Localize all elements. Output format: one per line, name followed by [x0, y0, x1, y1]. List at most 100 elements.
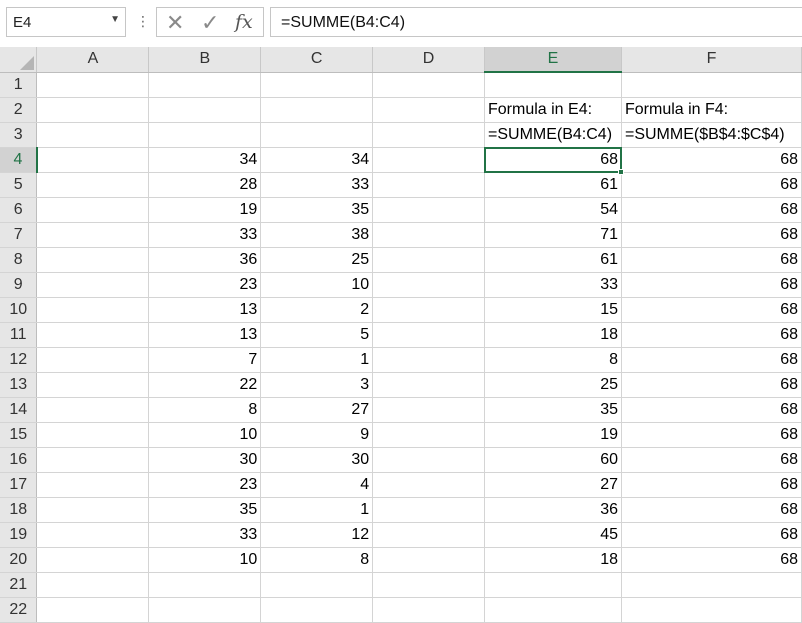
cell-d4[interactable] [372, 147, 485, 173]
cell-c3[interactable] [260, 122, 374, 148]
cell-b11[interactable]: 13 [148, 322, 262, 348]
cell-b18[interactable]: 35 [148, 497, 262, 523]
cell-b1[interactable] [148, 72, 262, 98]
cell-d8[interactable] [372, 247, 485, 273]
cell-d14[interactable] [372, 397, 485, 423]
column-header-c[interactable]: C [260, 47, 374, 73]
check-icon[interactable]: ✓ [201, 10, 219, 36]
cell-a18[interactable] [36, 497, 150, 523]
cell-c13[interactable]: 3 [260, 372, 374, 398]
cell-a20[interactable] [36, 547, 150, 573]
cell-a5[interactable] [36, 172, 150, 198]
row-header-17[interactable]: 17 [0, 472, 38, 498]
name-box[interactable]: E4 ▼ [6, 7, 126, 37]
cell-e12[interactable]: 8 [484, 347, 622, 373]
cell-b7[interactable]: 33 [148, 222, 262, 248]
row-header-1[interactable]: 1 [0, 72, 38, 98]
cell-c17[interactable]: 4 [260, 472, 374, 498]
row-header-12[interactable]: 12 [0, 347, 38, 373]
vertical-dots-icon[interactable]: ⋮ [136, 11, 150, 31]
cell-a6[interactable] [36, 197, 150, 223]
cell-f16[interactable]: 68 [621, 447, 802, 473]
cell-d20[interactable] [372, 547, 485, 573]
cell-b2[interactable] [148, 97, 262, 123]
cell-c15[interactable]: 9 [260, 422, 374, 448]
cell-c7[interactable]: 38 [260, 222, 374, 248]
cell-d10[interactable] [372, 297, 485, 323]
cell-d22[interactable] [372, 597, 485, 623]
cell-f10[interactable]: 68 [621, 297, 802, 323]
cell-c10[interactable]: 2 [260, 297, 374, 323]
cell-e4[interactable]: 68 [484, 146, 624, 175]
cell-b17[interactable]: 23 [148, 472, 262, 498]
cell-d6[interactable] [372, 197, 485, 223]
cell-a19[interactable] [36, 522, 150, 548]
cell-a13[interactable] [36, 372, 150, 398]
cell-b4[interactable]: 34 [148, 147, 262, 173]
cell-c11[interactable]: 5 [260, 322, 374, 348]
cell-a8[interactable] [36, 247, 150, 273]
cell-f15[interactable]: 68 [621, 422, 802, 448]
cell-a12[interactable] [36, 347, 150, 373]
cell-c8[interactable]: 25 [260, 247, 374, 273]
cell-d17[interactable] [372, 472, 485, 498]
cell-b13[interactable]: 22 [148, 372, 262, 398]
cell-f2[interactable]: Formula in F4: [621, 97, 802, 123]
cell-e2[interactable]: Formula in E4: [484, 97, 622, 123]
row-header-4[interactable]: 4 [0, 147, 38, 173]
column-header-f[interactable]: F [621, 47, 802, 73]
row-header-10[interactable]: 10 [0, 297, 38, 323]
row-header-20[interactable]: 20 [0, 547, 38, 573]
cell-a7[interactable] [36, 222, 150, 248]
row-header-14[interactable]: 14 [0, 397, 38, 423]
row-header-13[interactable]: 13 [0, 372, 38, 398]
row-header-6[interactable]: 6 [0, 197, 38, 223]
cell-d11[interactable] [372, 322, 485, 348]
cell-b16[interactable]: 30 [148, 447, 262, 473]
cell-a15[interactable] [36, 422, 150, 448]
cell-d19[interactable] [372, 522, 485, 548]
cell-b5[interactable]: 28 [148, 172, 262, 198]
cell-d16[interactable] [372, 447, 485, 473]
cell-e14[interactable]: 35 [484, 397, 622, 423]
cell-f1[interactable] [621, 72, 802, 98]
column-header-d[interactable]: D [372, 47, 485, 73]
cell-d13[interactable] [372, 372, 485, 398]
cell-f7[interactable]: 68 [621, 222, 802, 248]
cell-d18[interactable] [372, 497, 485, 523]
cell-e9[interactable]: 33 [484, 272, 622, 298]
cell-e22[interactable] [484, 597, 622, 623]
cell-e3[interactable]: =SUMME(B4:C4) [484, 122, 622, 148]
cell-a3[interactable] [36, 122, 150, 148]
row-header-9[interactable]: 9 [0, 272, 38, 298]
cell-b20[interactable]: 10 [148, 547, 262, 573]
cell-e15[interactable]: 19 [484, 422, 622, 448]
cell-a22[interactable] [36, 597, 150, 623]
row-header-15[interactable]: 15 [0, 422, 38, 448]
cell-e8[interactable]: 61 [484, 247, 622, 273]
cell-e20[interactable]: 18 [484, 547, 622, 573]
cell-f11[interactable]: 68 [621, 322, 802, 348]
cell-a17[interactable] [36, 472, 150, 498]
cell-c19[interactable]: 12 [260, 522, 374, 548]
cell-d2[interactable] [372, 97, 485, 123]
row-header-11[interactable]: 11 [0, 322, 38, 348]
column-header-a[interactable]: A [36, 47, 150, 73]
cell-c12[interactable]: 1 [260, 347, 374, 373]
cell-e17[interactable]: 27 [484, 472, 622, 498]
cell-c22[interactable] [260, 597, 374, 623]
x-icon[interactable]: ✕ [166, 10, 184, 36]
row-header-21[interactable]: 21 [0, 572, 38, 598]
cell-c2[interactable] [260, 97, 374, 123]
cell-c14[interactable]: 27 [260, 397, 374, 423]
cell-f8[interactable]: 68 [621, 247, 802, 273]
cell-c1[interactable] [260, 72, 374, 98]
cell-e16[interactable]: 60 [484, 447, 622, 473]
cell-a1[interactable] [36, 72, 150, 98]
cell-d12[interactable] [372, 347, 485, 373]
formula-input[interactable]: =SUMME(B4:C4) [270, 7, 802, 37]
cell-e7[interactable]: 71 [484, 222, 622, 248]
cell-a11[interactable] [36, 322, 150, 348]
cell-b21[interactable] [148, 572, 262, 598]
cell-c4[interactable]: 34 [260, 147, 374, 173]
